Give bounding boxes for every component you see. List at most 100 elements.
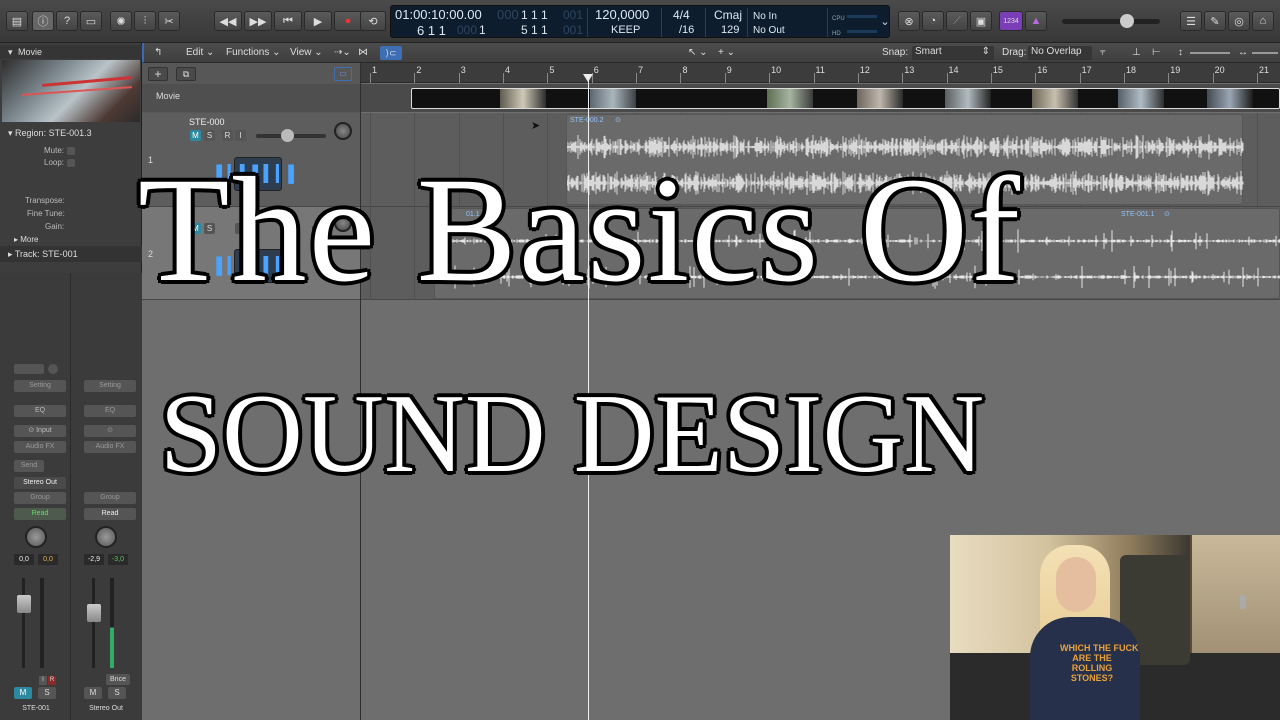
region-section-header[interactable]: ▾ Region: STE-001.3 <box>8 128 92 139</box>
catch-icon[interactable]: ⋈ <box>358 47 368 58</box>
strip2-fader-track <box>92 578 95 668</box>
smart-controls-icon[interactable]: ✺ <box>110 11 132 31</box>
lcd-display[interactable]: 01:00:10:00.00 000 1 1 1 001 6 1 1 000 1… <box>390 5 890 38</box>
track-1-mute-button[interactable]: M <box>190 130 201 141</box>
pointer-tool-icon[interactable]: ↖ ⌄ <box>688 47 708 58</box>
strip1-mute-button[interactable]: M <box>14 687 32 699</box>
edit-menu[interactable]: Edit ⌄ <box>186 47 214 58</box>
vertical-zoom-icon[interactable]: ↕ <box>1178 47 1183 58</box>
strip1-pan-mini[interactable] <box>48 364 58 374</box>
flex-link-icon: ⊙ <box>615 117 621 124</box>
strip2-name: Stereo Out <box>89 705 123 712</box>
vertical-zoom-slider[interactable] <box>1190 52 1230 54</box>
metronome-icon[interactable]: ▲ <box>1025 11 1047 31</box>
waveform-zoom-icon[interactable]: ⫧ <box>1100 47 1106 58</box>
lcd-midi-out: No Out <box>753 25 785 36</box>
track-1-record-button[interactable]: R <box>222 130 233 141</box>
track-1-name[interactable]: STE-000 <box>189 117 225 127</box>
strip1-solo-button[interactable]: S <box>38 687 56 699</box>
lcd-signature[interactable]: 4/4 <box>673 8 690 22</box>
mute-label: Mute: <box>44 146 65 155</box>
master-volume-knob[interactable] <box>1120 14 1134 28</box>
chevron-down-icon[interactable]: ⌄ <box>880 11 890 31</box>
lcd-division[interactable]: /16 <box>679 24 694 37</box>
track-1-pan-knob[interactable] <box>334 122 352 140</box>
count-in-badge[interactable]: 1234 <box>999 11 1023 31</box>
forward-button[interactable]: ▶▶ <box>244 11 272 31</box>
toolbar-icon[interactable]: ▭ <box>80 11 102 31</box>
view-menu-label: View <box>290 47 312 58</box>
note-pad-icon[interactable]: ✎ <box>1204 11 1226 31</box>
hd-meter <box>847 30 877 33</box>
track-1-volume-knob[interactable] <box>281 129 294 142</box>
movie-section-header[interactable]: ▾ Movie <box>0 45 142 59</box>
go-to-start-button[interactable]: ⏮ <box>274 11 302 31</box>
master-volume-slider[interactable] <box>1062 19 1160 24</box>
strip1-automation-button[interactable]: Read <box>14 508 66 520</box>
ruler-bar-18: 18 <box>1125 65 1136 75</box>
strip2-mute-button[interactable]: M <box>84 687 102 699</box>
strip2-bounce-button[interactable]: Bnce <box>106 674 130 685</box>
lcd-dim-digits: 000 <box>497 7 519 22</box>
control-bar: ▤ ⓘ ? ▭ ✺ ⫶ ✂ ◀◀ ▶▶ ⏮ ▶ ● ⟲ 01:00:10:00.… <box>0 0 1280 43</box>
replace-icon[interactable]: ⊗ <box>898 11 920 31</box>
strip2-pan-knob[interactable] <box>95 526 117 548</box>
flex-icon[interactable]: ⇢⌄ <box>334 47 351 58</box>
ruler-tick <box>946 73 948 83</box>
mute-checkbox[interactable] <box>67 147 75 155</box>
view-menu[interactable]: View ⌄ <box>290 47 323 58</box>
play-button[interactable]: ▶ <box>304 11 332 31</box>
ruler-tick <box>990 73 992 83</box>
drag-select[interactable]: No Overlap <box>1028 46 1092 60</box>
strip2-level-meter <box>110 578 114 668</box>
strip2-fader-cap[interactable] <box>87 604 101 622</box>
cycle-button[interactable]: ⟲ <box>360 11 386 31</box>
strip2-automation-button[interactable]: Read <box>84 508 136 520</box>
lcd-key[interactable]: Cmaj <box>714 8 742 22</box>
inspector-icon[interactable]: ⓘ <box>32 11 54 31</box>
count-in-icon[interactable]: ▣ <box>970 11 992 31</box>
vertical-fit-icon[interactable]: ⊥ <box>1132 47 1141 58</box>
movie-disclosure-icon[interactable]: ▾ <box>8 47 13 58</box>
list-editors-icon[interactable]: ☰ <box>1180 11 1202 31</box>
strip1-fader-cap[interactable] <box>17 595 31 613</box>
bar-ruler[interactable]: 1 2 3 4 5 6 7 8 9 10 11 12 13 14 15 16 17 18 19 20 21 <box>360 63 1280 83</box>
movie-track-header[interactable]: Movie <box>142 84 360 112</box>
loop-browser-icon[interactable]: ◎ <box>1228 11 1250 31</box>
library-icon[interactable]: ▤ <box>6 11 28 31</box>
strip1-record-enable[interactable]: R <box>48 676 56 685</box>
add-track-button[interactable]: + <box>148 67 168 81</box>
back-arrow-icon[interactable]: ↰ <box>154 47 162 58</box>
strip1-input-monitor[interactable]: I <box>39 676 47 685</box>
horizontal-zoom-icon[interactable]: ↔ <box>1238 47 1248 58</box>
snap-select[interactable]: Smart ⇕ <box>912 46 994 60</box>
tuner-icon[interactable]: ◔ <box>922 11 944 31</box>
solo-icon[interactable]: ⟋ <box>946 11 968 31</box>
browsers-icon[interactable]: ⌂ <box>1252 11 1274 31</box>
strip2-solo-button[interactable]: S <box>108 687 126 699</box>
mixer-icon[interactable]: ⫶ <box>134 11 156 31</box>
strip2-group-button[interactable]: Group <box>84 492 136 504</box>
crosshair-tool-icon[interactable]: + ⌄ <box>718 47 735 58</box>
functions-menu[interactable]: Functions ⌄ <box>226 47 281 58</box>
movie-filmstrip[interactable] <box>411 88 1280 109</box>
horizontal-fit-icon[interactable]: ⊢ <box>1152 47 1161 58</box>
rewind-button[interactable]: ◀◀ <box>214 11 242 31</box>
horizontal-zoom-slider[interactable] <box>1252 52 1278 54</box>
strip1-group-button[interactable]: Group <box>14 492 66 504</box>
region-disclosure-icon[interactable]: ▾ <box>8 128 13 138</box>
strip1-fader-track <box>22 578 25 668</box>
catch-playhead-icon[interactable]: ⟩⊂ <box>380 46 402 60</box>
playhead-marker-icon[interactable] <box>583 74 593 82</box>
track-1-input-monitor[interactable]: I <box>235 130 246 141</box>
record-button[interactable]: ● <box>334 11 362 31</box>
track-1-solo-button[interactable]: S <box>204 130 215 141</box>
editors-icon[interactable]: ✂ <box>158 11 180 31</box>
updown-icon: ⇕ <box>981 46 990 57</box>
global-tracks-icon[interactable]: ▭ <box>334 67 352 81</box>
help-icon[interactable]: ? <box>56 11 78 31</box>
ruler-bar-6: 6 <box>593 65 599 75</box>
duplicate-track-icon[interactable]: ⧉ <box>176 67 196 81</box>
lcd-tempo[interactable]: 120,0000 <box>595 8 649 22</box>
strip1-pan-knob[interactable] <box>25 526 47 548</box>
